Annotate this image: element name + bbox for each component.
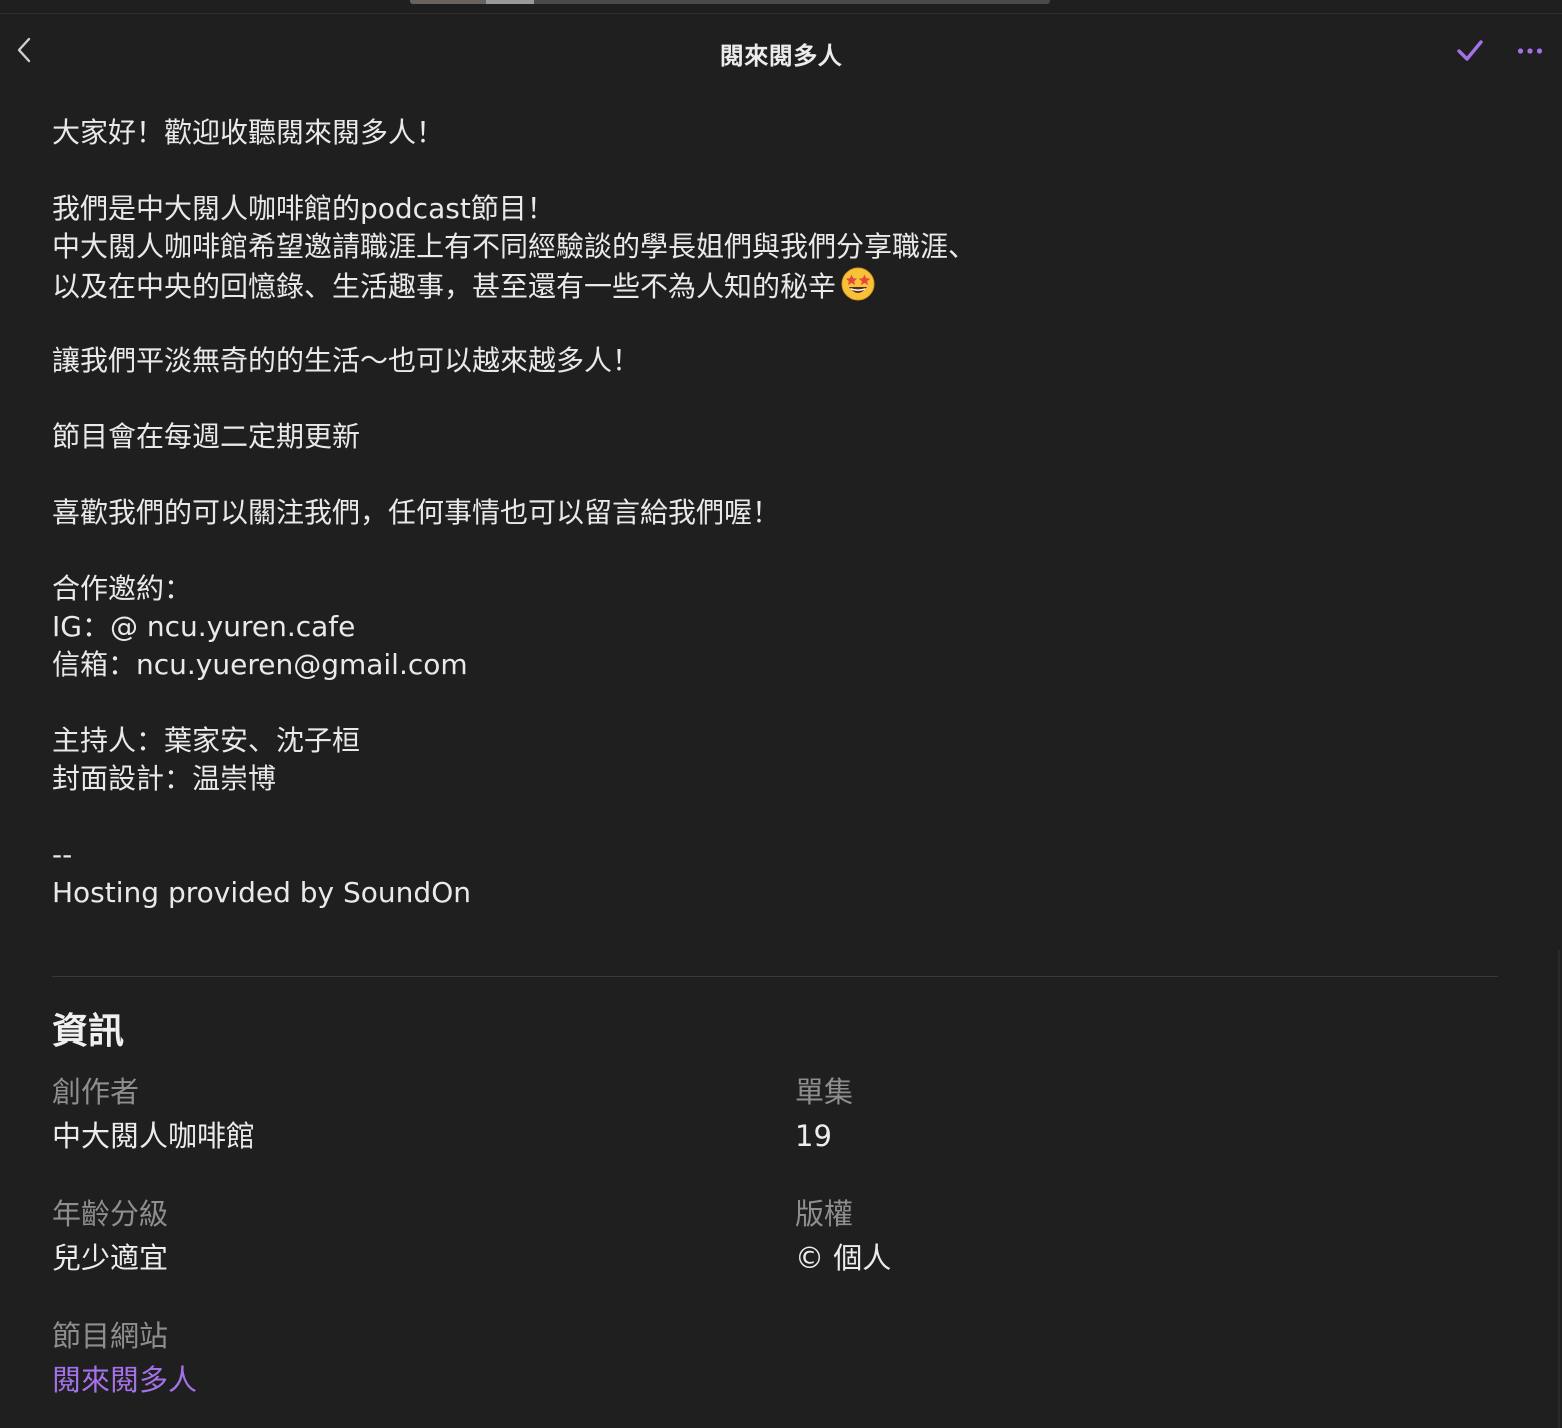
playback-scrubber[interactable] <box>410 0 1050 4</box>
description-line: 合作邀約： <box>52 572 193 605</box>
description-line: IG：@ ncu.yuren.cafe <box>52 610 356 643</box>
website-link[interactable]: 閱來閱多人 <box>52 1360 197 1400</box>
section-divider <box>52 976 1498 977</box>
description-text: 以及在中央的回憶錄、生活趣事，甚至還有一些不為人知的秘辛 <box>52 270 837 303</box>
copyright-label: 版權 <box>795 1197 854 1231</box>
star-struck-emoji-icon <box>841 267 875 301</box>
description-line: 中大閱人咖啡館希望邀請職涯上有不同經驗談的學長姐們與我們分享職涯、 <box>52 230 977 263</box>
description-line: -- <box>52 838 73 871</box>
window-top-strip <box>0 0 1562 14</box>
navigation-bar: 閱來閱多人 <box>0 14 1562 88</box>
checkmark-icon <box>1457 40 1483 61</box>
info-copyright: 版權 © 個人 <box>795 1194 891 1278</box>
description-line: 信箱：ncu.yueren@gmail.com <box>52 648 468 681</box>
description-line: 讓我們平淡無奇的的生活～也可以越來越多人！ <box>52 344 641 377</box>
description-line: 主持人：葉家安、沈子桓 <box>52 724 361 757</box>
description-line: 我們是中大閱人咖啡館的podcast節目！ <box>52 192 555 225</box>
info-age-rating: 年齡分級 兒少適宜 <box>52 1194 168 1278</box>
episodes-value: 19 <box>795 1119 832 1153</box>
website-label: 節目網站 <box>52 1319 169 1353</box>
scroll-edge <box>1558 950 1560 1428</box>
info-website: 節目網站 閱來閱多人 <box>52 1316 197 1400</box>
info-section-title: 資訊 <box>52 1011 125 1052</box>
creator-label: 創作者 <box>52 1075 140 1109</box>
info-episodes: 單集 19 <box>795 1072 853 1156</box>
age-rating-label: 年齡分級 <box>52 1197 169 1231</box>
age-rating-value: 兒少適宜 <box>52 1241 169 1275</box>
episodes-label: 單集 <box>795 1075 854 1109</box>
description-line: 節目會在每週二定期更新 <box>52 420 361 453</box>
scrubber-progress <box>410 0 486 4</box>
description-line: Hosting provided by SoundOn <box>52 876 471 909</box>
page-title: 閱來閱多人 <box>719 42 843 70</box>
description-line: 封面設計：温崇博 <box>52 762 277 795</box>
scrubber-buffer <box>486 0 534 4</box>
description-line-with-emoji: 以及在中央的回憶錄、生活趣事，甚至還有一些不為人知的秘辛 <box>52 266 1492 304</box>
info-creator: 創作者 中大閱人咖啡館 <box>52 1072 255 1156</box>
more-options-button[interactable] <box>1510 34 1550 68</box>
creator-value: 中大閱人咖啡館 <box>52 1119 256 1153</box>
podcast-description: 大家好！歡迎收聽閱來閱多人！ 我們是中大閱人咖啡館的podcast節目！ 中大閱… <box>52 114 1492 912</box>
ellipsis-icon <box>1517 48 1543 54</box>
copyright-value: © 個人 <box>795 1241 892 1275</box>
description-line: 喜歡我們的可以關注我們，任何事情也可以留言給我們喔！ <box>52 496 781 529</box>
description-line: 大家好！歡迎收聽閱來閱多人！ <box>52 116 445 149</box>
follow-checkmark-button[interactable] <box>1452 34 1488 68</box>
